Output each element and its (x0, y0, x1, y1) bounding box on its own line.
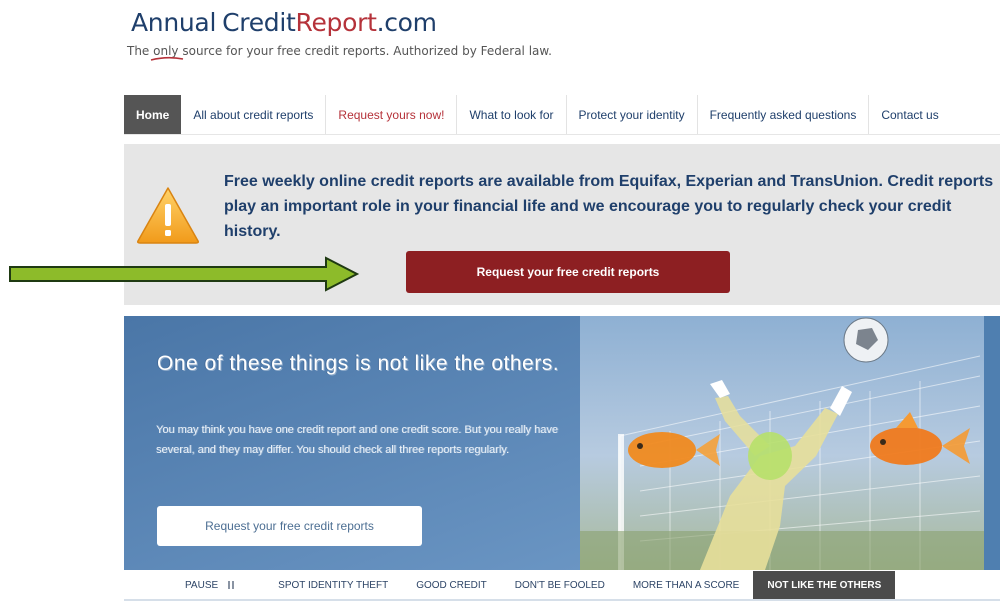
nav-protect-your-identity[interactable]: Protect your identity (567, 95, 698, 134)
site-tagline: The only source for your free credit rep… (127, 44, 552, 61)
hero-title: One of these things is not like the othe… (157, 352, 560, 375)
nav-home[interactable]: Home (124, 95, 182, 134)
carousel-pause-button[interactable]: PAUSE (124, 571, 264, 599)
green-arrow-icon (9, 256, 360, 292)
main-nav: Home All about credit reports Request yo… (124, 95, 1000, 135)
nav-contact-us[interactable]: Contact us (869, 95, 950, 134)
nav-faq[interactable]: Frequently asked questions (698, 95, 870, 134)
hero-carousel: One of these things is not like the othe… (124, 316, 1000, 570)
hero-body: You may think you have one credit report… (156, 424, 558, 456)
hero-request-reports-button[interactable]: Request your free credit reports (157, 506, 422, 546)
hero-side-strip (984, 316, 1000, 570)
tab-more-than-a-score[interactable]: MORE THAN A SCORE (619, 571, 754, 599)
hero-goalkeeper-image (580, 316, 984, 570)
tagline-emphasis: only (150, 44, 184, 61)
swoosh-underline-icon (150, 56, 184, 61)
nav-what-to-look-for[interactable]: What to look for (457, 95, 567, 134)
logo-word-annual: Annual (131, 8, 217, 37)
tab-dont-be-fooled[interactable]: DON'T BE FOOLED (501, 571, 619, 599)
tagline-after: source for your free credit reports. Aut… (178, 44, 552, 58)
site-logo[interactable]: Annual CreditReport.com (131, 8, 437, 37)
nav-all-about-credit-reports[interactable]: All about credit reports (181, 95, 327, 134)
carousel-tabs: PAUSE SPOT IDENTITY THEFT GOOD CREDIT DO… (124, 571, 1000, 601)
request-free-reports-button[interactable]: Request your free credit reports (406, 251, 730, 293)
pause-icon (228, 581, 235, 589)
warning-triangle-icon (137, 187, 199, 244)
tab-spot-identity-theft[interactable]: SPOT IDENTITY THEFT (264, 571, 402, 599)
alert-message: Free weekly online credit reports are av… (224, 173, 994, 240)
goalkeeper-goldfish-illustration (580, 317, 984, 570)
logo-word-report: Report (295, 8, 377, 37)
nav-request-yours-now[interactable]: Request yours now! (326, 95, 458, 134)
tab-not-like-the-others[interactable]: NOT LIKE THE OTHERS (753, 571, 896, 599)
tab-good-credit[interactable]: GOOD CREDIT (402, 571, 501, 599)
pause-label: PAUSE (185, 579, 219, 591)
logo-word-tld: .com (376, 8, 437, 37)
logo-word-credit: Credit (222, 8, 296, 37)
